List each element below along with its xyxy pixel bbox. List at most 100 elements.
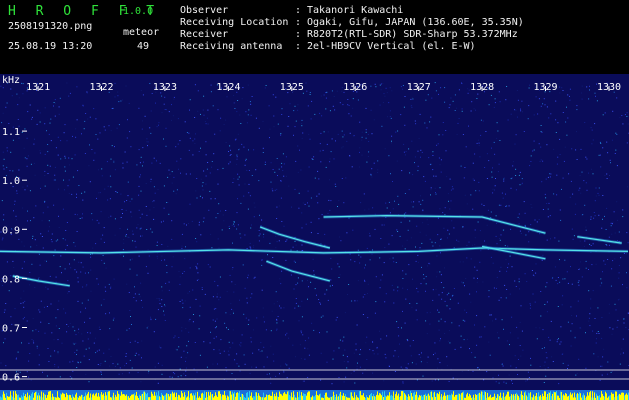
noise-speck	[39, 112, 41, 114]
noise-speck	[420, 361, 422, 363]
noise-speck	[58, 113, 60, 115]
noise-speck	[597, 356, 599, 358]
noise-speck	[540, 315, 542, 317]
x-tick-label: 1328	[470, 82, 494, 93]
noise-speck	[88, 272, 89, 274]
floor-bar	[460, 394, 461, 400]
noise-speck	[444, 101, 446, 103]
noise-speck	[26, 158, 28, 160]
noise-speck	[541, 131, 543, 133]
noise-speck	[472, 178, 474, 180]
noise-speck	[397, 130, 399, 132]
noise-speck	[14, 203, 15, 205]
noise-speck	[287, 125, 289, 127]
noise-speck	[189, 306, 191, 308]
noise-speck	[197, 272, 199, 274]
noise-speck	[356, 365, 358, 367]
noise-speck	[270, 181, 272, 183]
noise-speck	[324, 233, 326, 235]
floor-bar	[618, 394, 619, 400]
noise-speck	[282, 153, 284, 155]
noise-speck	[26, 371, 28, 373]
noise-speck	[218, 203, 220, 205]
noise-speck	[163, 310, 164, 312]
noise-speck	[152, 201, 153, 203]
noise-speck	[58, 328, 60, 329]
noise-speck	[232, 310, 234, 312]
noise-speck	[98, 169, 99, 171]
noise-speck	[576, 159, 578, 160]
noise-speck	[328, 199, 330, 201]
noise-speck	[621, 348, 623, 350]
floor-bar	[434, 391, 435, 400]
noise-speck	[53, 339, 55, 341]
noise-speck	[66, 244, 68, 246]
floor-bar	[151, 391, 152, 400]
noise-speck	[622, 352, 624, 354]
noise-speck	[388, 102, 390, 104]
noise-speck	[58, 227, 60, 228]
noise-speck	[64, 155, 66, 157]
floor-bar	[17, 395, 18, 400]
floor-bar	[625, 394, 626, 400]
noise-speck	[153, 331, 155, 333]
noise-speck	[195, 298, 197, 300]
noise-speck	[323, 94, 325, 96]
noise-speck	[502, 229, 504, 231]
noise-speck	[51, 241, 53, 243]
noise-speck	[154, 366, 156, 368]
floor-bar	[426, 395, 427, 400]
noise-speck	[392, 208, 394, 210]
noise-speck	[23, 147, 25, 149]
noise-speck	[73, 343, 75, 345]
noise-speck	[122, 213, 123, 214]
floor-bar	[609, 395, 610, 400]
floor-bar	[402, 391, 403, 400]
noise-speck	[216, 318, 218, 320]
noise-speck	[373, 353, 375, 355]
noise-speck	[1, 239, 3, 241]
noise-speck	[237, 133, 239, 135]
noise-speck	[86, 91, 88, 93]
noise-speck	[332, 105, 334, 107]
noise-speck	[625, 327, 627, 328]
floor-bar	[176, 392, 177, 400]
noise-speck	[304, 203, 306, 205]
floor-bar	[401, 391, 402, 400]
floor-bar	[156, 392, 157, 400]
noise-speck	[606, 373, 608, 375]
noise-speck	[367, 156, 369, 157]
noise-speck	[364, 280, 366, 282]
noise-speck	[302, 380, 304, 382]
noise-speck	[1, 122, 3, 124]
noise-speck	[518, 278, 520, 280]
noise-speck	[535, 272, 537, 274]
noise-speck	[395, 131, 397, 133]
noise-speck	[492, 262, 494, 264]
noise-speck	[420, 203, 422, 205]
noise-speck	[389, 258, 391, 260]
noise-speck	[617, 319, 619, 321]
noise-speck	[280, 283, 282, 285]
noise-speck	[588, 290, 590, 292]
noise-speck	[333, 350, 335, 352]
noise-speck	[625, 253, 627, 255]
noise-speck	[484, 326, 486, 328]
noise-speck	[89, 116, 91, 118]
noise-speck	[519, 288, 520, 290]
noise-speck	[494, 102, 496, 104]
noise-speck	[98, 326, 100, 328]
noise-speck	[358, 254, 360, 256]
floor-bar	[570, 392, 571, 400]
floor-bar	[155, 395, 156, 400]
floor-bar	[576, 394, 577, 400]
noise-speck	[568, 173, 570, 175]
noise-speck	[57, 239, 59, 241]
noise-speck	[163, 185, 165, 187]
floor-bar	[613, 393, 614, 400]
noise-speck	[489, 354, 491, 356]
info-value-location: Ogaki, Gifu, JAPAN (136.60E, 35.35N)	[307, 17, 524, 28]
noise-speck	[157, 257, 158, 259]
x-tick-label: 1329	[534, 82, 558, 93]
noise-speck	[376, 347, 378, 349]
